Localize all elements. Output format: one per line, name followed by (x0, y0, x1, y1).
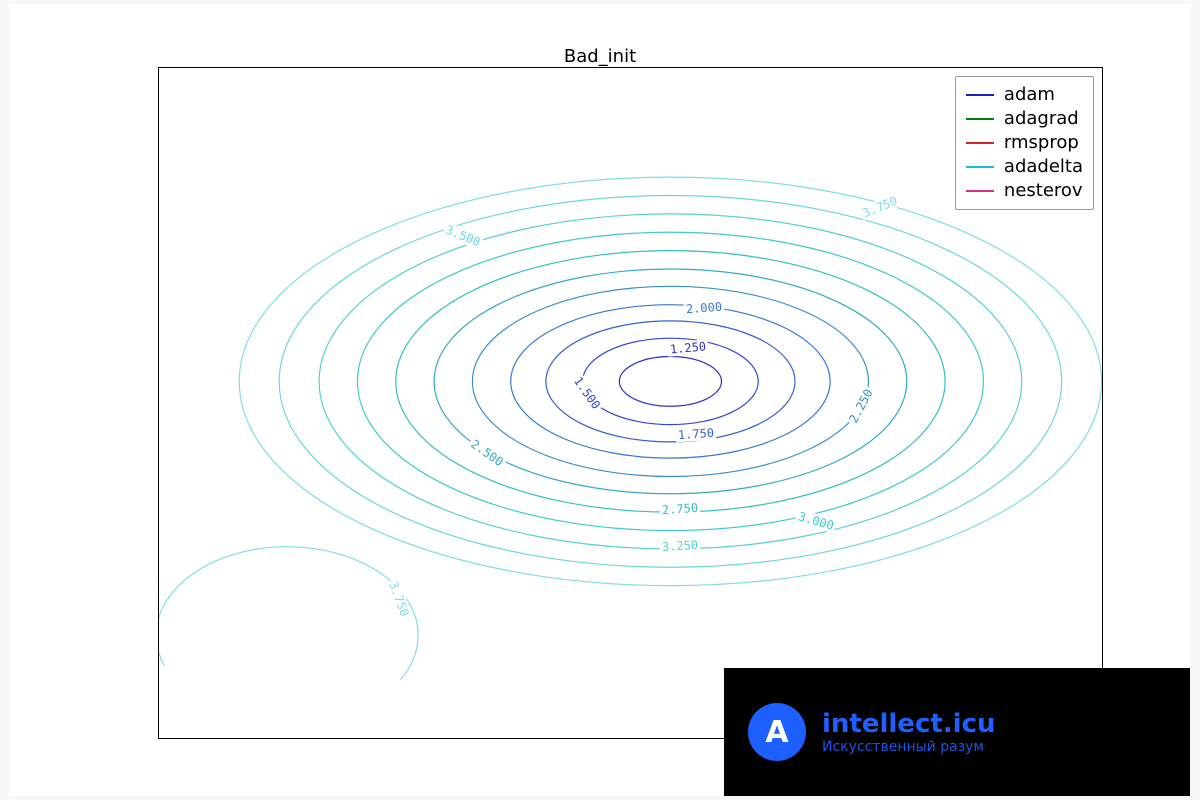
contour-label: 2.750 (659, 501, 700, 518)
contour-2 (511, 305, 830, 458)
contour-arc-3.75 (158, 547, 418, 680)
contour-label: 3.250 (659, 538, 700, 554)
legend: adamadagradrmspropadadeltanesterov (955, 76, 1094, 210)
legend-label: adam (1004, 83, 1055, 107)
legend-item-rmsprop: rmsprop (966, 131, 1083, 155)
watermark-logo-letter: A (765, 715, 788, 750)
contour-label: 2.000 (683, 299, 724, 316)
contour-3.25 (319, 214, 1022, 549)
watermark-banner: A intellect.icu Искусственный разум (724, 668, 1190, 796)
legend-item-adadelta: adadelta (966, 155, 1083, 179)
legend-swatch (966, 94, 994, 96)
contour-1.25 (619, 357, 721, 407)
legend-swatch (966, 118, 994, 120)
legend-item-nesterov: nesterov (966, 179, 1083, 203)
legend-label: adagrad (1004, 107, 1079, 131)
legend-item-adagrad: adagrad (966, 107, 1083, 131)
contour-label: 1.250 (667, 339, 708, 356)
watermark-line1: intellect.icu (822, 709, 996, 739)
contour-2.75 (396, 251, 945, 513)
legend-label: rmsprop (1004, 131, 1079, 155)
watermark-text: intellect.icu Искусственный разум (822, 709, 996, 755)
watermark-line2: Искусственный разум (822, 739, 996, 755)
contour-2.25 (472, 286, 868, 476)
contour-3.75 (239, 177, 1101, 585)
legend-swatch (966, 190, 994, 192)
legend-label: adadelta (1004, 155, 1083, 179)
chart-title: Bad_init (10, 46, 1190, 67)
contour-3 (357, 232, 983, 530)
axes: adamadagradrmspropadadeltanesterov 1.250… (158, 67, 1103, 739)
legend-item-adam: adam (966, 83, 1083, 107)
figure: Bad_init adamadagradrmspropadadeltaneste… (10, 4, 1190, 796)
watermark-logo: A (748, 703, 806, 761)
legend-label: nesterov (1004, 179, 1083, 203)
legend-swatch (966, 142, 994, 144)
legend-swatch (966, 166, 994, 168)
